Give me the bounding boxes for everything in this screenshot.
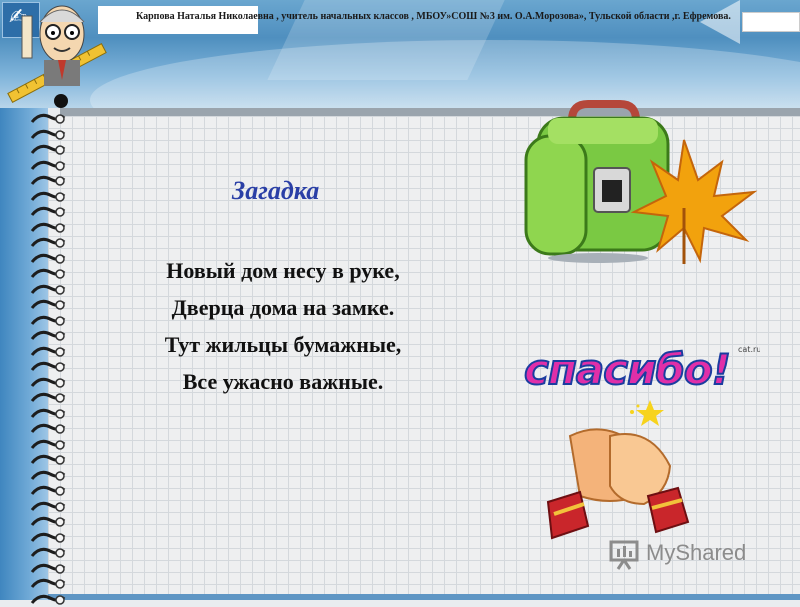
spiral-ring-icon	[30, 160, 66, 171]
riddle-line: Тут жильцы бумажные,	[164, 332, 402, 357]
spiral-ring-icon	[30, 253, 66, 264]
spiral-ring-icon	[30, 330, 66, 341]
spiral-ring-icon	[30, 222, 66, 233]
spiral-ring-icon	[30, 408, 66, 419]
spiral-ring-icon	[30, 268, 66, 279]
presentation-icon	[609, 540, 639, 570]
riddle-line: Дверца дома на замке.	[171, 295, 395, 320]
spiral-ring-icon	[30, 485, 66, 496]
spiral-ring-icon	[30, 299, 66, 310]
clapping-hands-image	[546, 400, 690, 540]
spiral-ring-icon	[30, 454, 66, 465]
spiral-ring-icon	[30, 144, 66, 155]
spiral-ring-icon	[30, 578, 66, 589]
thanks-banner: спасибо! cat.ru	[520, 340, 761, 400]
spiral-ring-icon	[30, 361, 66, 372]
spiral-ring-icon	[30, 423, 66, 434]
riddle-line: Новый дом несу в руке,	[166, 258, 400, 283]
professor-cartoon-icon	[7, 5, 107, 103]
black-dot-decoration	[54, 94, 68, 108]
slide-title: Загадка	[232, 176, 320, 205]
spiral-ring-icon	[30, 315, 66, 326]
bottom-strip	[48, 594, 800, 600]
spiral-ring-icon	[30, 284, 66, 295]
spiral-ring-icon	[30, 547, 66, 558]
spiral-ring-icon	[30, 392, 66, 403]
spiral-ring-icon	[30, 516, 66, 527]
spiral-ring-icon	[30, 439, 66, 450]
spiral-ring-icon	[30, 346, 66, 357]
spiral-ring-icon	[30, 129, 66, 140]
spiral-ring-icon	[30, 237, 66, 248]
spiral-ring-icon	[30, 175, 66, 186]
riddle-line: Все ужасно важные.	[182, 369, 384, 394]
riddle-text: Новый дом несу в руке, Дверца дома на за…	[118, 252, 448, 400]
spiral-ring-icon	[30, 191, 66, 202]
spiral-ring-icon	[30, 563, 66, 574]
spiral-ring-icon	[30, 377, 66, 388]
spiral-ring-icon	[30, 206, 66, 217]
thanks-text: спасибо!	[524, 345, 730, 394]
header-blank-box	[742, 12, 800, 32]
spiral-ring-icon	[30, 113, 66, 124]
spiral-ring-icon	[30, 501, 66, 512]
watermark-text: MyShared	[646, 540, 747, 565]
briefcase-with-leaf-image	[524, 100, 758, 264]
spiral-ring-icon	[30, 532, 66, 543]
watermark: MyShared	[608, 536, 768, 572]
spiral-ring-icon	[30, 470, 66, 481]
thanks-tag: cat.ru	[738, 345, 760, 354]
author-credit: Карпова Наталья Николаевна , учитель нач…	[136, 11, 731, 22]
